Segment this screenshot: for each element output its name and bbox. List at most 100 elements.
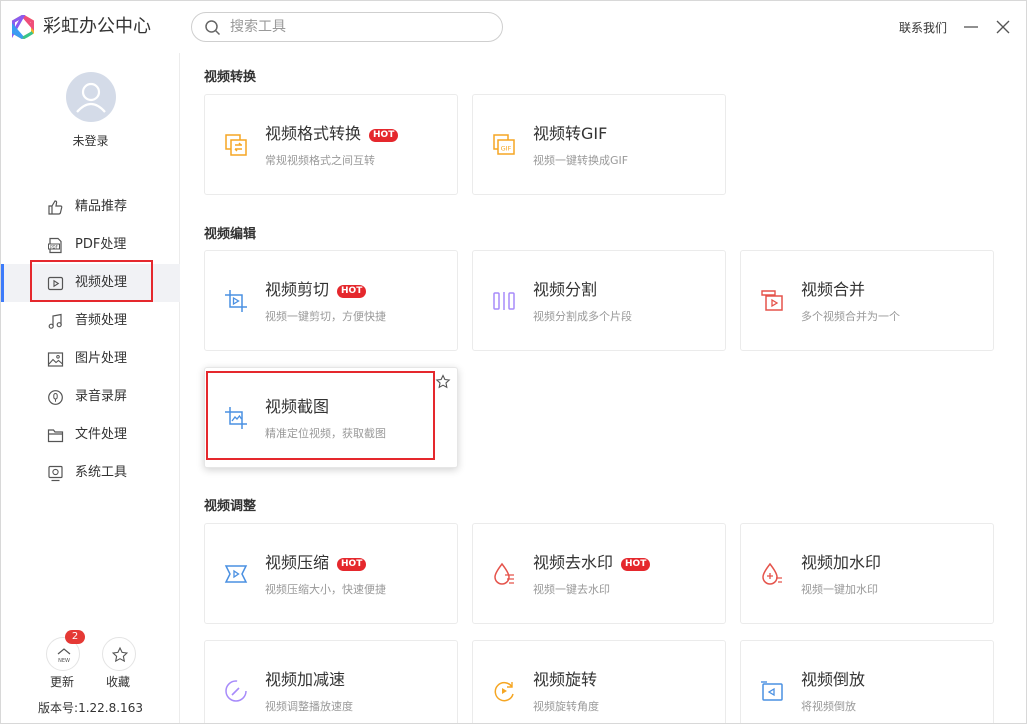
sidebar-item-label: 系统工具	[75, 465, 128, 480]
rainbow-logo-icon	[12, 15, 34, 39]
title-bar: 彩虹办公中心 联系我们	[1, 1, 1026, 53]
sidebar-item-label: 音频处理	[75, 313, 128, 328]
card-description: 视频一键转换成GIF	[533, 154, 629, 167]
tool-card-video-reverse[interactable]: 视频倒放 将视频倒放	[740, 640, 994, 723]
hot-badge: HOT	[337, 285, 367, 298]
card-title: 视频加减速	[265, 670, 346, 689]
card-title: 视频合并	[801, 280, 866, 299]
contact-us-link[interactable]: 联系我们	[899, 19, 947, 36]
card-description: 精准定位视频，获取截图	[265, 427, 386, 440]
sidebar-item-audio[interactable]: 音频处理	[1, 302, 180, 340]
video-merge-icon	[761, 290, 783, 311]
card-description: 视频一键去水印	[533, 583, 610, 596]
tool-card-remove-watermark[interactable]: 视频去水印 HOT 视频一键去水印	[472, 523, 726, 624]
card-description: 常规视频格式之间互转	[265, 154, 375, 167]
hot-badge: HOT	[621, 558, 651, 571]
card-title: 视频压缩	[265, 553, 330, 572]
update-label[interactable]: 更新	[50, 673, 74, 690]
minimize-icon[interactable]	[963, 17, 979, 37]
sidebar-item-label: 文件处理	[75, 427, 128, 442]
section-title: 视频调整	[204, 499, 257, 514]
hot-badge: HOT	[369, 129, 399, 142]
card-description: 视频一键加水印	[801, 583, 878, 596]
sidebar-item-image[interactable]: 图片处理	[1, 340, 180, 378]
video-split-icon	[493, 292, 515, 310]
card-title: 视频分割	[533, 280, 598, 299]
sidebar-item-system[interactable]: 系统工具	[1, 454, 180, 492]
speed-icon	[225, 680, 247, 702]
search-input[interactable]	[230, 17, 490, 37]
card-title: 视频截图	[265, 397, 330, 416]
sidebar: 未登录 精品推荐 PDF PDF处理 视频处理 音频处理 图片处理 录音录屏 文…	[1, 53, 180, 723]
tool-card-video-split[interactable]: 视频分割 视频分割成多个片段	[472, 250, 726, 351]
card-description: 视频旋转角度	[533, 700, 599, 713]
card-title: 视频倒放	[801, 670, 866, 689]
svg-text:PDF: PDF	[50, 244, 58, 249]
add-watermark-icon	[762, 562, 782, 585]
tool-card-video-compress[interactable]: 视频压缩 HOT 视频压缩大小，快速便捷	[204, 523, 458, 624]
sidebar-item-label: 图片处理	[75, 351, 128, 366]
login-status[interactable]: 未登录	[1, 132, 180, 149]
video-cut-icon	[225, 290, 247, 312]
search-icon	[205, 20, 221, 36]
card-title: 视频格式转换	[265, 124, 362, 143]
tool-card-video-rotate[interactable]: 视频旋转 视频旋转角度	[472, 640, 726, 723]
music-icon	[48, 313, 62, 329]
tool-card-video-speed[interactable]: 视频加减速 视频调整播放速度	[204, 640, 458, 723]
card-description: 视频压缩大小，快速便捷	[265, 583, 386, 596]
sidebar-item-pdf[interactable]: PDF PDF处理	[1, 226, 180, 264]
video-screenshot-icon	[225, 407, 247, 429]
sidebar-item-label: 视频处理	[75, 275, 128, 290]
star-icon	[111, 646, 129, 663]
card-description: 将视频倒放	[801, 700, 856, 713]
reverse-icon	[761, 681, 783, 701]
tool-card-video-merge[interactable]: 视频合并 多个视频合并为一个	[740, 250, 994, 351]
video-to-gif-icon: GIF	[493, 134, 515, 155]
remove-watermark-icon	[494, 562, 514, 585]
record-icon	[48, 390, 63, 405]
tool-card-video-to-gif[interactable]: GIF 视频转GIF 视频一键转换成GIF	[472, 94, 726, 195]
user-icon	[76, 82, 106, 113]
card-description: 多个视频合并为一个	[801, 310, 900, 323]
tool-card-video-cut[interactable]: 视频剪切 HOT 视频一键剪切，方便快捷	[204, 250, 458, 351]
video-icon	[47, 276, 64, 291]
favorite-star-icon[interactable]	[435, 374, 451, 390]
video-format-convert-icon	[225, 134, 247, 156]
pdf-icon: PDF	[48, 237, 62, 254]
favorites-button[interactable]	[102, 637, 136, 671]
sidebar-item-label: 录音录屏	[75, 389, 128, 404]
tool-card-video-format-convert[interactable]: 视频格式转换 HOT 常规视频格式之间互转	[204, 94, 458, 195]
sidebar-item-files[interactable]: 文件处理	[1, 416, 180, 454]
section-title: 视频编辑	[204, 227, 257, 242]
update-home-icon: NEW	[57, 648, 71, 664]
card-title: 视频剪切	[265, 280, 330, 299]
sidebar-item-video[interactable]: 视频处理	[1, 264, 180, 302]
thumb-up-icon	[48, 200, 63, 215]
tool-card-video-screenshot[interactable]: 视频截图 精准定位视频，获取截图	[204, 367, 458, 468]
favorites-label[interactable]: 收藏	[106, 673, 130, 690]
image-icon	[47, 352, 64, 367]
section-title: 视频转换	[204, 70, 257, 85]
card-title: 视频加水印	[801, 553, 882, 572]
svg-text:NEW: NEW	[58, 658, 70, 664]
avatar[interactable]	[66, 72, 116, 122]
rotate-icon	[494, 681, 514, 702]
version-text: 版本号:1.22.8.163	[38, 701, 143, 715]
card-description: 视频调整播放速度	[265, 700, 353, 713]
card-description: 视频分割成多个片段	[533, 310, 632, 323]
tool-card-add-watermark[interactable]: 视频加水印 视频一键加水印	[740, 523, 994, 624]
update-badge: 2	[65, 630, 85, 644]
sidebar-item-recommended[interactable]: 精品推荐	[1, 188, 180, 226]
system-icon	[48, 465, 63, 482]
app-title: 彩虹办公中心	[43, 16, 151, 37]
folder-icon	[47, 429, 64, 443]
search-box[interactable]	[191, 12, 503, 42]
main-content: 视频转换 视频格式转换 HOT 常规视频格式之间互转 GIF 视频转GIF 视频一…	[181, 53, 1026, 723]
card-title: 视频去水印	[533, 553, 614, 572]
card-title: 视频旋转	[533, 670, 598, 689]
svg-text:GIF: GIF	[501, 145, 512, 153]
sidebar-item-record[interactable]: 录音录屏	[1, 378, 180, 416]
card-title: 视频转GIF	[533, 124, 608, 143]
sidebar-item-label: PDF处理	[75, 237, 127, 252]
close-icon[interactable]	[995, 17, 1011, 37]
